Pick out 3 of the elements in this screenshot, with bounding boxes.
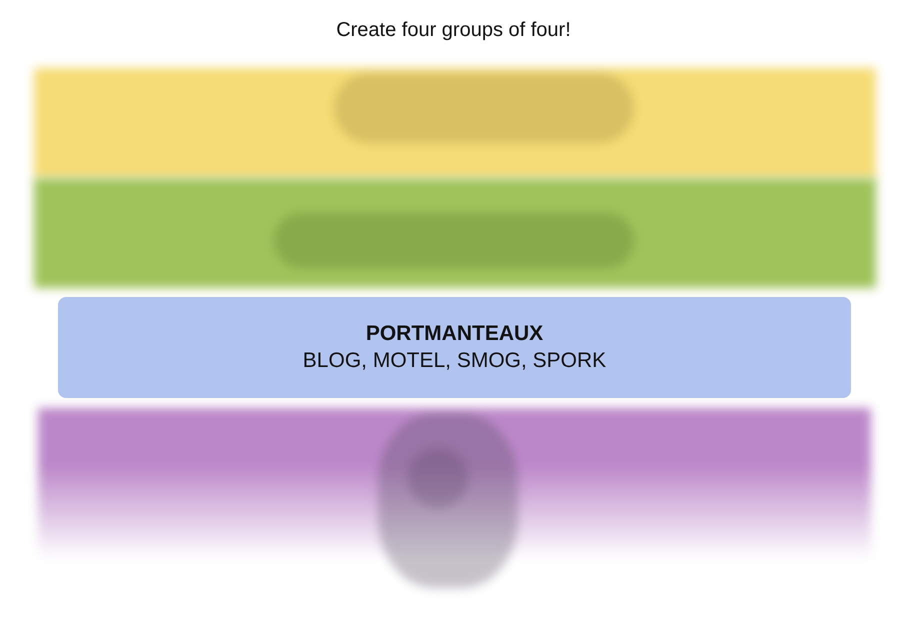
category-words: BLOG, MOTEL, SMOG, SPORK bbox=[302, 348, 606, 374]
instruction-heading: Create four groups of four! bbox=[336, 18, 571, 42]
category-title: PORTMANTEAUX bbox=[366, 320, 544, 346]
